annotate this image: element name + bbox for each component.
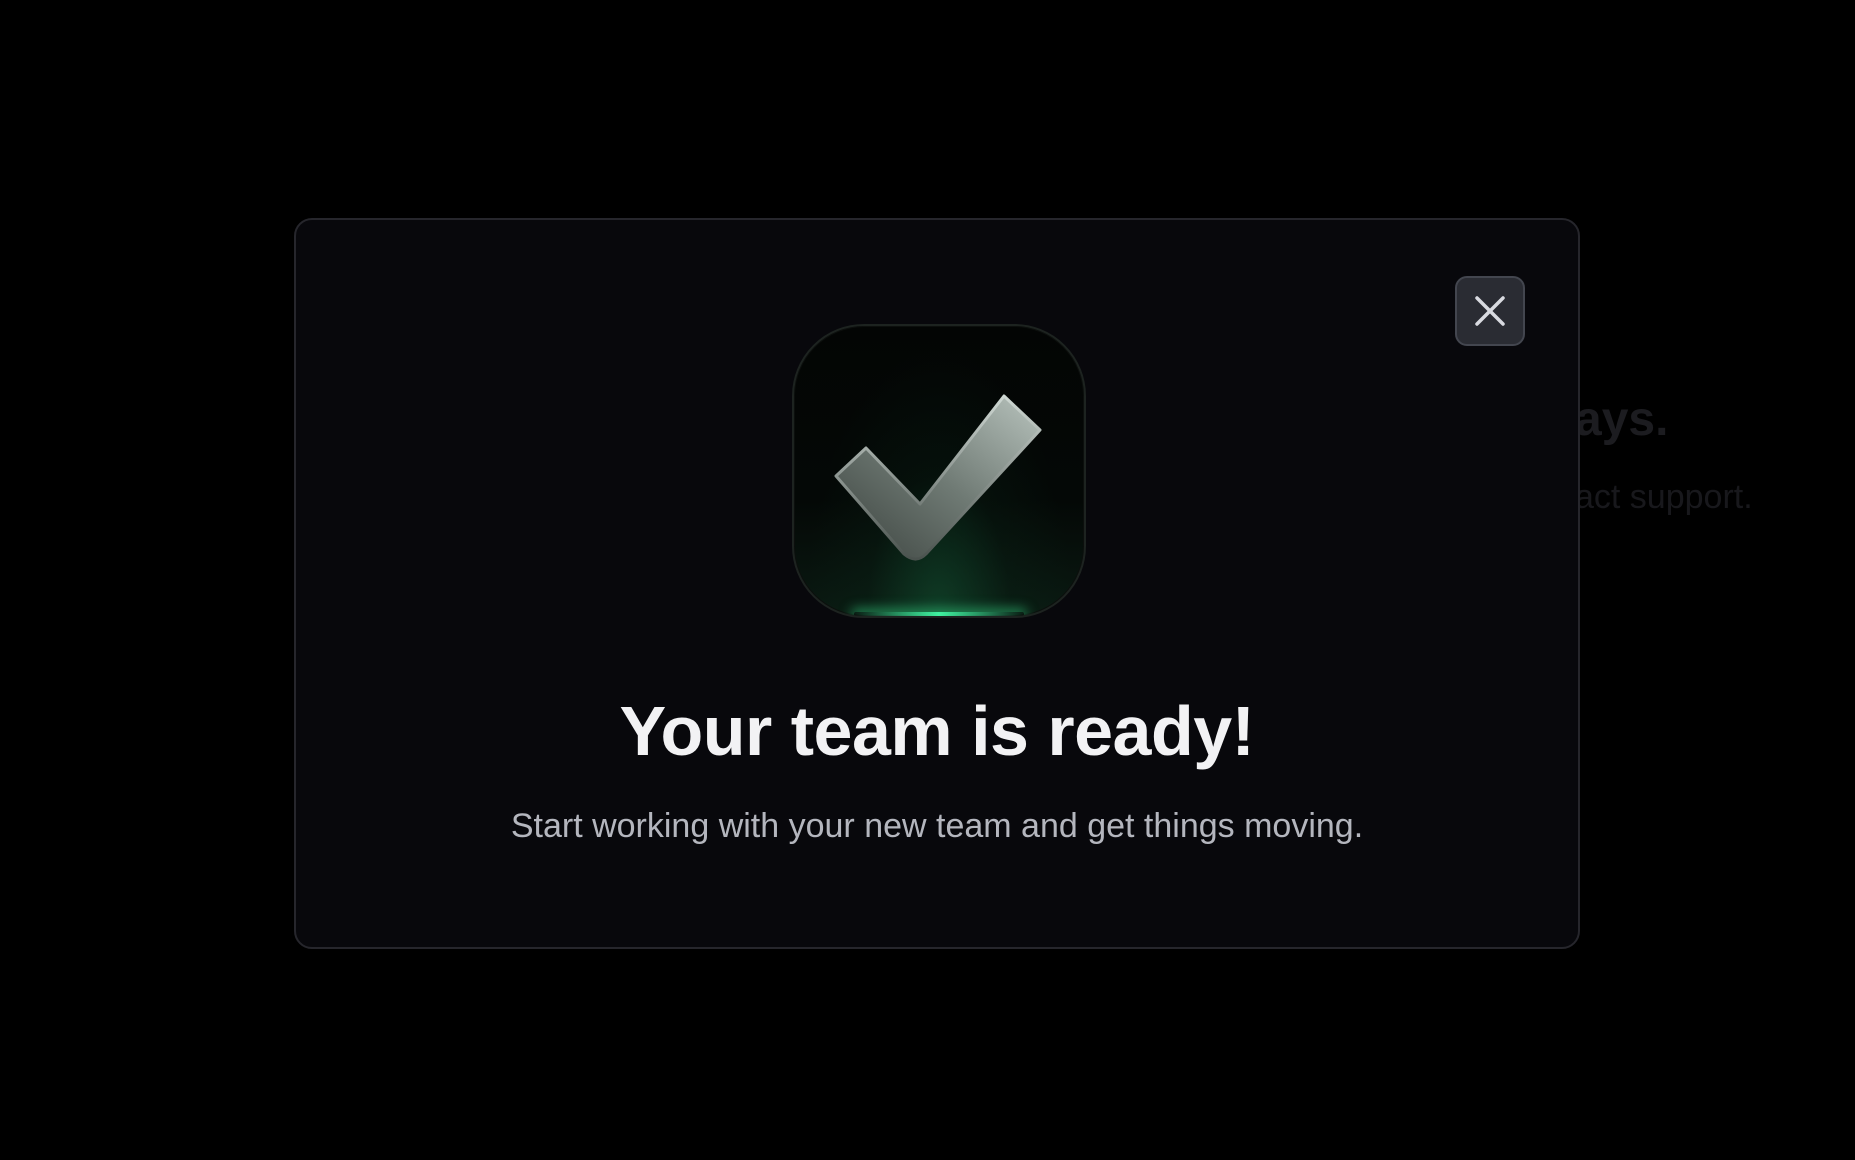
close-icon — [1475, 296, 1505, 326]
success-modal: Your team is ready! Start working with y… — [294, 218, 1580, 949]
background-heading-fragment: ays. — [1575, 393, 1669, 446]
accent-glow-line — [854, 612, 1024, 616]
background-subtext-fragment: act support. — [1575, 478, 1753, 516]
modal-title: Your team is ready! — [619, 692, 1256, 770]
close-button[interactable] — [1455, 276, 1525, 346]
success-icon-tile — [792, 324, 1086, 618]
checkmark-icon — [834, 394, 1042, 561]
modal-subtitle: Start working with your new team and get… — [510, 807, 1364, 845]
